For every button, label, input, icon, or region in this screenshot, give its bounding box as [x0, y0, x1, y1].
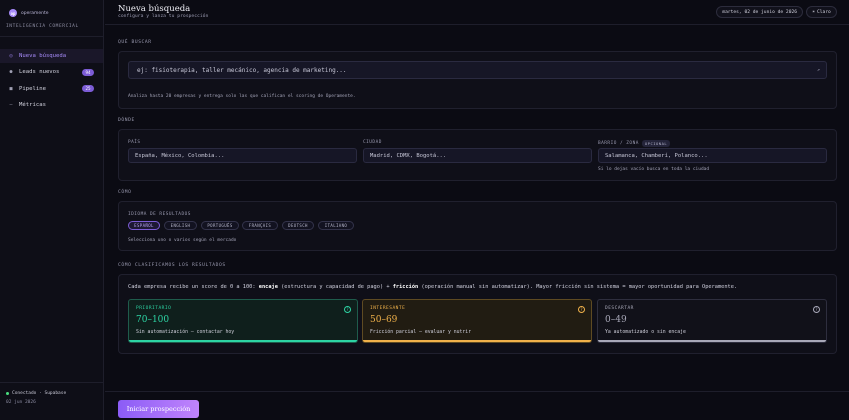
- bullet-icon: ●: [9, 69, 13, 76]
- donde-card: PAÍS España, México, Colombia... CIUDAD …: [118, 129, 837, 181]
- status-dot-icon: [6, 392, 9, 395]
- language-chip-english[interactable]: ENGLISH: [164, 221, 197, 230]
- dash-icon: –: [9, 101, 13, 108]
- idioma-label-text: IDIOMA DE RESULTADOS: [128, 212, 191, 217]
- tier-range: 70–100: [136, 315, 170, 325]
- count-badge: 25: [82, 85, 94, 93]
- ciudad-field[interactable]: Madrid, CDMX, Bogotá...: [363, 148, 592, 163]
- brand-name: operamente: [21, 10, 49, 16]
- date-pill: martes, 02 de junio de 2026: [716, 6, 803, 18]
- sidebar-divider: [0, 36, 103, 37]
- barrio-label: BARRIO / ZONA OPCIONAL: [598, 140, 671, 147]
- section-title-como: CÓMO: [118, 190, 132, 195]
- arrow-icon[interactable]: ↗: [817, 67, 820, 73]
- connection-label: Conectado · Supabase: [12, 391, 67, 396]
- ciudad-placeholder: Madrid, CDMX, Bogotá...: [370, 152, 447, 159]
- sidebar-item-label: Nueva búsqueda: [19, 53, 67, 59]
- square-icon: ■: [9, 85, 13, 92]
- help-icon[interactable]: ?: [813, 306, 820, 313]
- brand: op operamente: [9, 9, 49, 17]
- optional-badge: OPCIONAL: [641, 140, 671, 147]
- pais-field[interactable]: España, México, Colombia...: [128, 148, 357, 163]
- topbar: Nueva búsqueda configura y lanza tu pros…: [105, 0, 849, 25]
- sun-icon: ☀: [812, 9, 815, 15]
- sidebar-item-label: Leads nuevos: [19, 69, 60, 76]
- ciudad-label: CIUDAD: [363, 140, 382, 145]
- sidebar-footer: Conectado · Supabase 02 jun 2026: [0, 382, 103, 405]
- tier-accent-bar: [598, 340, 826, 342]
- barrio-hint: Si lo dejas vacío busca en toda la ciuda…: [598, 167, 710, 172]
- section-title-scoring: CÓMO CLASIFICAMOS LOS RESULTADOS: [118, 263, 226, 268]
- barrio-field[interactable]: Salamanca, Chamberí, Polanco...: [598, 148, 827, 163]
- page-title: Nueva búsqueda: [118, 4, 191, 14]
- language-chip-francais[interactable]: FRANÇAIS: [242, 221, 278, 230]
- tier-label: DESCARTAR: [605, 306, 634, 311]
- page-subtitle: configura y lanza tu prospección: [118, 14, 209, 19]
- count-badge: 94: [82, 68, 94, 76]
- como-card: IDIOMA DE RESULTADOS ESPAÑOL ENGLISH POR…: [118, 201, 837, 251]
- idioma-hint: Selecciona uno o varios según el mercado: [128, 238, 237, 243]
- action-bar: Iniciar prospección: [105, 391, 849, 420]
- sidebar-nav: ◎ Nueva búsqueda ● Leads nuevos 94 ■ Pip…: [0, 49, 103, 114]
- tier-card-interesante: INTERESANTE 50–69 Fricción parcial — eva…: [362, 299, 592, 343]
- theme-toggle-button[interactable]: ☀ Claro: [806, 6, 837, 18]
- sidebar-item-label: Métricas: [19, 101, 46, 108]
- scoring-intro: Cada empresa recibe un score de 0 a 100:…: [128, 284, 738, 290]
- section-title-donde: DÓNDE: [118, 118, 135, 123]
- brand-subtitle: INTELIGENCIA COMERCIAL: [6, 24, 79, 29]
- tier-range: 0–49: [605, 315, 627, 325]
- barrio-label-text: BARRIO / ZONA: [598, 141, 639, 146]
- tier-accent-bar: [129, 340, 357, 342]
- brand-logo-icon: op: [9, 9, 17, 17]
- sidebar-item-pipeline[interactable]: ■ Pipeline 25: [0, 82, 103, 96]
- connection-status: Conectado · Supabase: [6, 391, 103, 396]
- sidebar-item-metricas[interactable]: – Métricas: [0, 98, 103, 112]
- search-placeholder: ej: fisioterapia, taller mecánico, agenc…: [137, 66, 347, 74]
- tier-card-prioritario: PRIORITARIO 70–100 Sin automatización — …: [128, 299, 358, 343]
- sidebar: op operamente INTELIGENCIA COMERCIAL ◎ N…: [0, 0, 104, 420]
- language-chip-deutsch[interactable]: DEUTSCH: [282, 221, 314, 230]
- language-chip-portugues[interactable]: PORTUGUÊS: [201, 221, 239, 230]
- circle-dot-icon: ◎: [9, 53, 13, 59]
- footer-date: 02 jun 2026: [6, 400, 36, 405]
- sidebar-item-nueva-busqueda[interactable]: ◎ Nueva búsqueda: [0, 49, 103, 63]
- language-chip-italiano[interactable]: ITALIANO: [318, 221, 354, 230]
- que-buscar-card: ej: fisioterapia, taller mecánico, agenc…: [118, 51, 837, 109]
- search-hint: Analiza hasta 20 empresas y entrega solo…: [128, 94, 356, 99]
- tier-range: 50–69: [370, 315, 398, 325]
- tier-desc: Sin automatización — contactar hoy: [136, 330, 235, 335]
- language-chip-espanol[interactable]: ESPAÑOL: [128, 221, 160, 230]
- tier-label: INTERESANTE: [370, 306, 406, 311]
- sidebar-item-leads-nuevos[interactable]: ● Leads nuevos 94: [0, 65, 103, 79]
- help-icon[interactable]: ?: [344, 306, 351, 313]
- search-input[interactable]: ej: fisioterapia, taller mecánico, agenc…: [128, 61, 827, 79]
- theme-label: Claro: [816, 9, 831, 15]
- scoring-card: Cada empresa recibe un score de 0 a 100:…: [118, 274, 837, 354]
- tier-desc: Ya automatizado o sin encaje: [605, 330, 686, 335]
- tier-accent-bar: [363, 340, 591, 342]
- tier-card-descartar: DESCARTAR 0–49 Ya automatizado o sin enc…: [597, 299, 827, 343]
- start-prospecting-button[interactable]: Iniciar prospección: [118, 400, 199, 418]
- idioma-label: IDIOMA DE RESULTADOS: [128, 212, 191, 217]
- tier-desc: Fricción parcial — evaluar y nutrir: [370, 330, 472, 335]
- pais-placeholder: España, México, Colombia...: [135, 152, 225, 159]
- sidebar-item-label: Pipeline: [19, 85, 46, 92]
- pais-label-text: PAÍS: [128, 140, 141, 145]
- barrio-placeholder: Salamanca, Chamberí, Polanco...: [605, 152, 708, 159]
- tier-label: PRIORITARIO: [136, 306, 172, 311]
- section-title-que-buscar: QUÉ BUSCAR: [118, 40, 152, 45]
- ciudad-label-text: CIUDAD: [363, 140, 382, 145]
- help-icon[interactable]: ?: [578, 306, 585, 313]
- pais-label: PAÍS: [128, 140, 141, 145]
